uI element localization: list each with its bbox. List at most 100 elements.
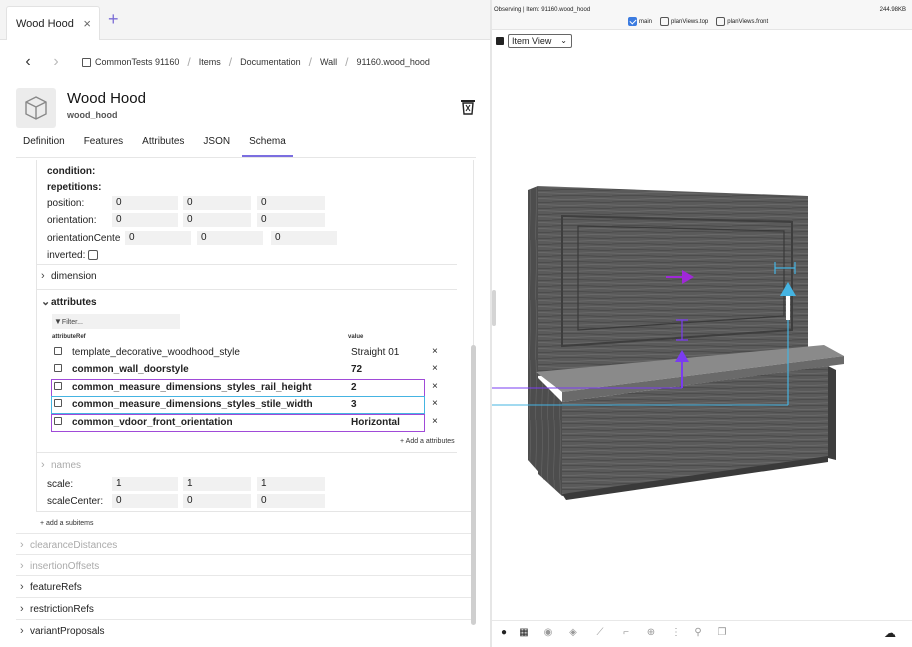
external-link-icon[interactable] — [54, 347, 62, 355]
breadcrumb-wall[interactable]: Wall — [320, 57, 337, 67]
view-option-top[interactable]: planViews.top — [660, 17, 708, 26]
palette-icon[interactable]: ● — [498, 627, 510, 639]
orientation-center-y-field[interactable]: 0 — [197, 231, 263, 245]
breadcrumb-documentation[interactable]: Documentation — [240, 57, 301, 67]
remove-attribute-icon[interactable]: × — [432, 363, 438, 374]
orientation-z-field[interactable]: 0 — [257, 213, 325, 227]
tab-attributes[interactable]: Attributes — [135, 132, 191, 157]
model-viewport[interactable] — [492, 0, 912, 647]
layers-icon[interactable]: ❐ — [716, 627, 728, 639]
inverted-label: inverted: — [47, 250, 86, 261]
cube-icon — [25, 96, 47, 120]
add-subitem-button[interactable]: + add a subitems — [40, 520, 94, 527]
view-option-main[interactable]: main — [628, 17, 652, 26]
delete-icon[interactable] — [460, 98, 476, 116]
checkbox-checked[interactable] — [628, 17, 637, 26]
external-link-icon[interactable] — [54, 399, 62, 407]
tab-schema[interactable]: Schema — [242, 132, 293, 157]
cloud-download-icon[interactable]: ☁ — [884, 627, 896, 639]
external-link-icon[interactable] — [54, 364, 62, 372]
scale-center-y-field[interactable]: 0 — [183, 494, 251, 508]
person-icon[interactable]: ⚲ — [692, 627, 704, 639]
section-clearance-distances[interactable]: › clearanceDistances — [16, 533, 476, 554]
checkbox[interactable] — [660, 17, 670, 26]
section-feature-refs[interactable]: › featureRefs — [16, 575, 476, 596]
attribute-row[interactable]: template_decorative_woodhood_style Strai… — [52, 345, 442, 361]
target-icon[interactable]: ⊕ — [645, 627, 657, 639]
dimension-section[interactable]: › dimension — [41, 270, 97, 282]
names-section[interactable]: › names — [41, 459, 81, 471]
attribute-value[interactable]: 72 — [351, 364, 362, 375]
orientation-y-field[interactable]: 0 — [183, 213, 251, 227]
viewer-status-bar: Observing | Item: 91160.wood_hood 244.98… — [492, 0, 912, 30]
scrollbar[interactable] — [471, 345, 476, 625]
tab-wood-hood[interactable]: Wood Hood × — [6, 6, 100, 40]
wood-hood-model — [528, 186, 844, 500]
scrollbar[interactable] — [492, 290, 496, 326]
scale-label: scale: — [47, 479, 74, 490]
chevron-right-icon: › — [20, 603, 24, 615]
attribute-value[interactable]: 3 — [351, 399, 357, 410]
attribute-row-highlighted[interactable]: common_measure_dimensions_styles_rail_he… — [51, 379, 438, 397]
view-mode-select[interactable]: Item View ⌄ — [508, 34, 572, 48]
checkbox[interactable] — [716, 17, 726, 26]
position-z-field[interactable]: 0 — [257, 196, 325, 210]
remove-attribute-icon[interactable]: × — [432, 398, 438, 409]
cube-icon[interactable]: ◈ — [567, 627, 579, 639]
section-insertion-offsets[interactable]: › insertionOffsets — [16, 554, 476, 575]
section-variant-proposals[interactable]: › variantProposals — [16, 619, 476, 640]
view-option-front[interactable]: planViews.front — [716, 17, 768, 26]
tab-json[interactable]: JSON — [196, 132, 237, 157]
position-x-field[interactable]: 0 — [112, 196, 178, 210]
external-link-icon[interactable] — [54, 382, 62, 390]
back-arrow-icon[interactable]: ‹ — [14, 53, 42, 71]
attribute-name: common_vdoor_front_orientation — [72, 417, 233, 428]
new-tab-icon[interactable]: + — [108, 10, 119, 28]
attribute-value[interactable]: Horizontal — [351, 417, 400, 428]
breadcrumb-project[interactable]: CommonTests 91160 — [95, 57, 179, 67]
filter-input[interactable]: ▼Filter... — [52, 314, 180, 329]
section-restriction-refs[interactable]: › restrictionRefs — [16, 597, 476, 618]
chevron-right-icon: › — [20, 560, 24, 572]
add-attribute-button[interactable]: + Add a attributes — [400, 438, 455, 445]
scale-z-field[interactable]: 1 — [257, 477, 325, 491]
scale-center-z-field[interactable]: 0 — [257, 494, 325, 508]
breadcrumb-items[interactable]: Items — [199, 57, 221, 67]
corner-icon[interactable]: ⌐ — [620, 627, 632, 639]
dots-icon[interactable]: ⋮ — [670, 627, 682, 639]
attribute-row[interactable]: common_wall_doorstyle 72 × — [52, 362, 442, 378]
attributes-section[interactable]: ⌄attributes — [41, 295, 97, 308]
remove-attribute-icon[interactable]: × — [432, 416, 438, 427]
scale-center-x-field[interactable]: 0 — [112, 494, 178, 508]
attribute-value[interactable]: Straight 01 — [351, 347, 399, 358]
rail-height-marker — [492, 270, 694, 389]
tab-definition[interactable]: Definition — [16, 132, 72, 157]
inverted-checkbox[interactable] — [88, 250, 99, 261]
breadcrumb-current[interactable]: 91160.wood_hood — [356, 57, 429, 67]
remove-attribute-icon[interactable]: × — [432, 381, 438, 392]
section-label: insertionOffsets — [30, 561, 100, 572]
external-link-icon[interactable] — [54, 417, 62, 425]
filter-placeholder: Filter... — [61, 319, 83, 326]
forward-arrow-icon[interactable]: › — [42, 53, 70, 71]
chevron-right-icon: › — [20, 539, 24, 551]
attribute-value[interactable]: 2 — [351, 382, 357, 393]
compass-icon[interactable]: ◉ — [542, 627, 554, 639]
remove-attribute-icon[interactable]: × — [432, 346, 438, 357]
attribute-row-highlighted[interactable]: common_vdoor_front_orientation Horizonta… — [51, 414, 438, 432]
grid-icon[interactable]: ▦ — [518, 627, 530, 639]
tab-features[interactable]: Features — [77, 132, 130, 157]
stile-width-marker — [492, 262, 796, 406]
close-tab-icon[interactable]: × — [83, 16, 91, 31]
position-y-field[interactable]: 0 — [183, 196, 251, 210]
section-label: featureRefs — [30, 582, 82, 593]
item-header: Wood Hood wood_hood — [16, 88, 476, 130]
scale-y-field[interactable]: 1 — [183, 477, 251, 491]
viewer-toolbar: ● ▦ ◉ ◈ ⟋ ⌐ ⊕ ⋮ ⚲ ❐ ☁ — [492, 620, 912, 644]
attribute-row-highlighted[interactable]: common_measure_dimensions_styles_stile_w… — [51, 396, 438, 414]
orientation-center-z-field[interactable]: 0 — [271, 231, 337, 245]
brush-icon[interactable]: ⟋ — [594, 627, 606, 639]
orientation-x-field[interactable]: 0 — [112, 213, 178, 227]
scale-x-field[interactable]: 1 — [112, 477, 178, 491]
orientation-center-x-field[interactable]: 0 — [125, 231, 191, 245]
